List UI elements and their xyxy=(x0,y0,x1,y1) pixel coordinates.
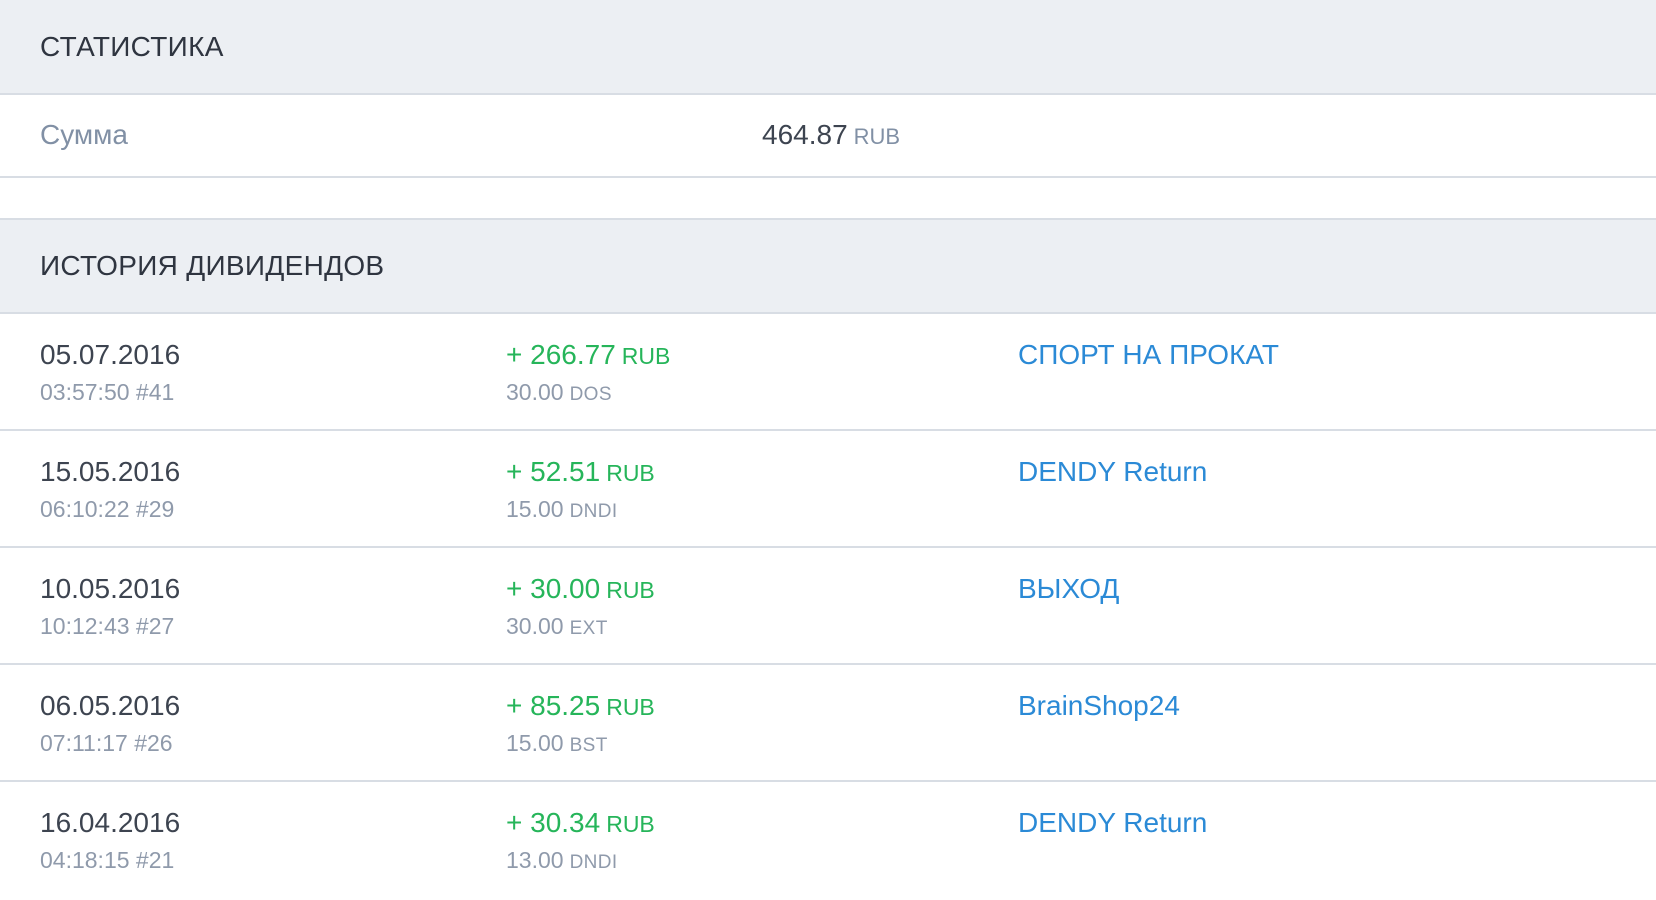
project-link[interactable]: DENDY Return xyxy=(1018,456,1207,488)
project-link[interactable]: BrainShop24 xyxy=(1018,690,1180,722)
dividend-currency: RUB xyxy=(606,577,655,603)
dividend-date: 10.05.2016 xyxy=(40,573,181,604)
dividend-amount-group: + 266.77 RUB xyxy=(506,339,670,371)
dividend-shares-group: 15.00 DNDI xyxy=(506,496,618,523)
dividend-shares-group: 13.00 DNDI xyxy=(506,847,618,874)
dividend-currency: RUB xyxy=(606,460,655,486)
project-link[interactable]: ВЫХОД xyxy=(1018,573,1119,605)
dividend-amount-group: + 85.25 RUB xyxy=(506,690,655,722)
dividend-amount: + 30.00 xyxy=(506,573,601,604)
dividend-ticker: DOS xyxy=(569,384,612,405)
dividend-amount-group: + 52.51 RUB xyxy=(506,456,655,488)
dividend-shares-group: 30.00 DOS xyxy=(506,379,612,406)
dividend-date: 05.07.2016 xyxy=(40,339,181,370)
dividend-currency: RUB xyxy=(621,343,671,369)
dividend-amount: + 30.34 xyxy=(506,807,601,838)
dividends-page: СТАТИСТИКА Сумма 464.87 RUB ИСТОРИЯ ДИВИД… xyxy=(0,0,1656,900)
dividend-time-id: 07:11:17 #26 xyxy=(40,730,173,756)
dividend-time-id: 10:12:43 #27 xyxy=(40,613,175,639)
sum-value: 464.87 xyxy=(762,119,848,150)
dividend-shares: 30.00 xyxy=(506,379,564,405)
dividend-currency: RUB xyxy=(606,811,655,837)
dividend-date: 15.05.2016 xyxy=(40,456,181,487)
dividend-row: 06.05.2016 07:11:17 #26 + 85.25 RUB 15.00… xyxy=(0,665,1656,782)
dividend-history-list: 05.07.2016 03:57:50 #41 + 266.77 RUB 30.0… xyxy=(0,314,1656,899)
dividend-time-id: 04:18:15 #21 xyxy=(40,847,175,873)
dividend-amount: + 52.51 xyxy=(506,456,601,487)
sum-row: Сумма 464.87 RUB xyxy=(0,95,1656,178)
dividend-ticker: BST xyxy=(569,735,608,756)
dividend-shares: 13.00 xyxy=(506,847,564,873)
dividend-shares: 15.00 xyxy=(506,730,564,756)
sum-currency: RUB xyxy=(853,124,901,149)
sum-value-group: 464.87 RUB xyxy=(762,119,900,151)
dividend-amount-group: + 30.00 RUB xyxy=(506,573,655,605)
history-title: ИСТОРИЯ ДИВИДЕНДОВ xyxy=(40,250,385,281)
dividend-date: 06.05.2016 xyxy=(40,690,181,721)
dividend-time-id: 06:10:22 #29 xyxy=(40,496,175,522)
dividend-ticker: EXT xyxy=(569,618,608,639)
dividend-row: 15.05.2016 06:10:22 #29 + 52.51 RUB 15.00… xyxy=(0,431,1656,548)
dividend-ticker: DNDI xyxy=(569,852,618,873)
dividend-time-id: 03:57:50 #41 xyxy=(40,379,175,405)
dividend-amount-group: + 30.34 RUB xyxy=(506,807,655,839)
dividend-date: 16.04.2016 xyxy=(40,807,181,838)
project-link[interactable]: СПОРТ НА ПРОКАТ xyxy=(1018,339,1279,371)
dividend-shares: 15.00 xyxy=(506,496,564,522)
dividend-ticker: DNDI xyxy=(569,501,618,522)
sum-label: Сумма xyxy=(40,119,128,150)
dividend-row: 05.07.2016 03:57:50 #41 + 266.77 RUB 30.0… xyxy=(0,314,1656,431)
dividend-currency: RUB xyxy=(606,694,655,720)
dividend-shares: 30.00 xyxy=(506,613,564,639)
statistics-header: СТАТИСТИКА xyxy=(0,0,1656,95)
dividend-row: 16.04.2016 04:18:15 #21 + 30.34 RUB 13.00… xyxy=(0,782,1656,899)
history-header: ИСТОРИЯ ДИВИДЕНДОВ xyxy=(0,218,1656,314)
statistics-title: СТАТИСТИКА xyxy=(40,30,224,62)
dividend-shares-group: 30.00 EXT xyxy=(506,613,608,640)
project-link[interactable]: DENDY Return xyxy=(1018,807,1207,839)
dividend-amount: + 266.77 xyxy=(506,339,616,370)
dividend-shares-group: 15.00 BST xyxy=(506,730,608,757)
dividend-amount: + 85.25 xyxy=(506,690,601,721)
dividend-row: 10.05.2016 10:12:43 #27 + 30.00 RUB 30.00… xyxy=(0,548,1656,665)
